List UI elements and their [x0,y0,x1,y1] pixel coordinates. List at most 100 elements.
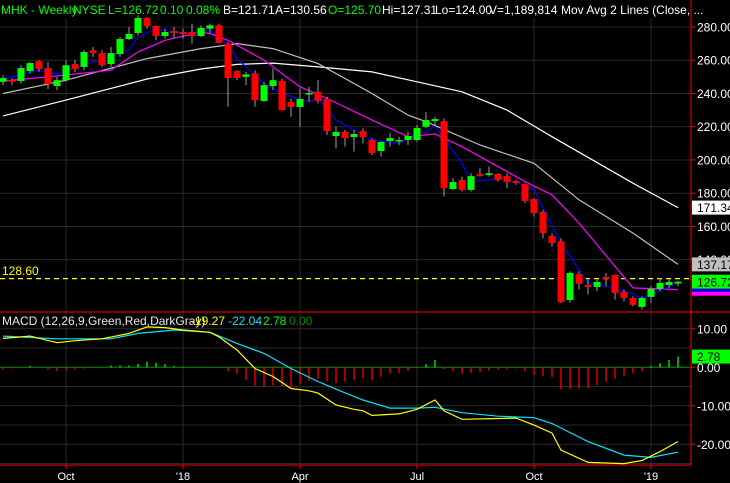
candle-body [647,288,655,297]
candle-body [665,281,673,285]
candle-body [278,81,286,111]
y-axis-labels: 280.00 260.00 240.00 220.00 200.00 180.00 160.… [691,21,730,452]
x-tick-label: Apr [291,471,308,483]
candle-body [548,235,556,244]
candle [458,176,466,192]
candle-body [422,120,430,127]
candle [422,111,430,129]
candle-body [197,27,205,36]
candle-body [296,98,304,107]
x-tick-label: '18 [176,471,190,483]
candle-body [395,140,403,142]
candle [359,128,367,144]
candle [242,71,250,86]
stock-chart[interactable]: 128.60 280.00 260.00 240.00 220.00 200.00 180… [0,0,730,483]
candle-body [449,182,457,190]
candle [494,173,502,182]
candle [62,60,70,82]
candle-body [305,92,313,95]
candle [485,166,493,177]
candle [98,50,106,67]
reference-line: 128.60 [0,264,691,280]
exchange-label: NYSE [73,3,106,17]
candle-body [80,51,88,67]
candle [629,296,637,307]
candle-body [17,68,25,82]
candle [314,80,322,104]
candle [638,296,646,310]
candle-body [215,25,223,43]
candle [620,289,628,302]
candle-body [413,128,421,141]
candle [584,279,592,295]
signal-line [2,329,679,459]
candle [431,116,439,126]
moving-average-ma-slow [2,42,679,265]
macd-label[interactable]: MACD (12,26,9,Green,Red,DarkGray) [2,314,205,328]
macd-lines [2,326,679,465]
candle-body [71,64,79,70]
candle-body [224,43,232,79]
candle [566,271,574,303]
candle-body [458,179,466,190]
x-tick-label: Oct [525,471,542,483]
open-price: O=125.70 [328,3,381,17]
candle [116,36,124,57]
candle-body [404,136,412,141]
macd-last-value-label: 2.78 [697,350,721,364]
candle-body [359,131,367,138]
price-change-pct: 0.08% [186,3,220,17]
last-price: L=126.72 [108,3,159,17]
candle-body [512,181,520,184]
candle [287,98,295,117]
candle [323,96,331,136]
price-tick-label: 240.00 [697,87,730,101]
macd-tick-label: -10.00 [697,399,730,413]
candle [296,88,304,127]
candle-body [521,184,529,202]
candle [80,50,88,71]
candle-body [638,297,646,307]
candle-body [332,132,340,137]
candle [341,130,349,147]
price-change: 0.10 [160,3,184,17]
candle-body [575,273,583,284]
candle [503,173,511,189]
macd-line [2,326,679,465]
candle-body [620,291,628,298]
x-tick-label: Oct [57,471,74,483]
candle [224,41,232,107]
candle-body [377,142,385,151]
high-price: Hi=127.31 [382,3,437,17]
candle-body [593,281,601,287]
candle-body [530,199,538,214]
chart-window: 128.60 280.00 260.00 240.00 220.00 200.00 180… [0,0,730,483]
price-tick-label: 220.00 [697,120,730,134]
candle-body [26,63,34,72]
candle-body [611,274,619,293]
candle-body [269,80,277,87]
candle-body [179,31,187,34]
candle [413,125,421,142]
study-label[interactable]: Mov Avg 2 Lines (Close, ... [561,3,704,17]
candle-body [62,65,70,81]
candle-body [368,140,376,153]
candle [233,70,241,81]
candle-body [656,282,664,289]
candle-body [206,25,214,29]
candle [404,131,412,146]
candle-body [602,276,610,279]
moving-average-ma-mid [2,31,679,291]
candle [548,233,556,247]
candle [152,25,160,41]
histogram-value: 2.78 [263,314,287,328]
x-tick-label: '19 [644,471,658,483]
x-axis-labels: Oct '18 Apr Jul Oct '19 [57,471,658,483]
candle [386,133,394,147]
candle-body [431,119,439,122]
candle [170,27,178,39]
candle [440,118,448,197]
macd-value: -19.27 [191,314,225,328]
candle-body [8,80,16,82]
candle-body [629,297,637,305]
